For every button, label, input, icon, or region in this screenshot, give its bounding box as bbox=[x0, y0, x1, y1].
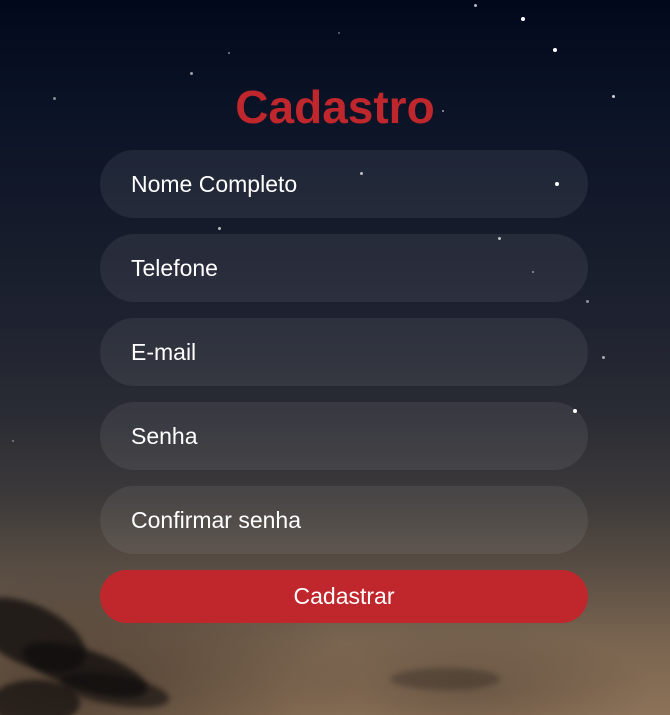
star bbox=[553, 48, 557, 52]
email-placeholder: E-mail bbox=[131, 338, 197, 365]
confirm-password-placeholder: Confirmar senha bbox=[131, 506, 302, 533]
register-button[interactable]: Cadastrar bbox=[100, 570, 588, 623]
confirm-password-input[interactable]: Confirmar senha bbox=[100, 486, 588, 554]
register-button-label: Cadastrar bbox=[293, 583, 395, 609]
star bbox=[218, 227, 221, 230]
star bbox=[12, 440, 14, 442]
full-name-placeholder: Nome Completo bbox=[131, 170, 298, 197]
star bbox=[521, 17, 525, 21]
star bbox=[338, 32, 340, 34]
password-input[interactable]: Senha bbox=[100, 402, 588, 470]
page-title: Cadastro bbox=[235, 81, 435, 133]
phone-placeholder: Telefone bbox=[131, 254, 218, 281]
smoke-cloud bbox=[390, 668, 500, 690]
star bbox=[190, 72, 193, 75]
password-placeholder: Senha bbox=[131, 422, 198, 449]
star bbox=[602, 356, 605, 359]
star bbox=[228, 52, 230, 54]
star bbox=[474, 4, 477, 7]
email-input[interactable]: E-mail bbox=[100, 318, 588, 386]
phone-input[interactable]: Telefone bbox=[100, 234, 588, 302]
full-name-input[interactable]: Nome Completo bbox=[100, 150, 588, 218]
star bbox=[586, 300, 589, 303]
